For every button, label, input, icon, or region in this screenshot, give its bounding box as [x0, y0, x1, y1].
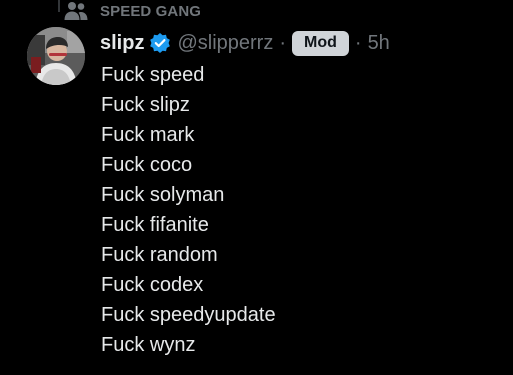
- post-line: Fuck random: [101, 244, 218, 266]
- mod-badge: Mod: [292, 30, 349, 56]
- post-line: Fuck solyman: [101, 184, 225, 206]
- post-line: Fuck coco: [101, 154, 193, 176]
- post-line: Fuck speed: [101, 64, 205, 86]
- user-handle[interactable]: @slipperrz: [177, 32, 273, 55]
- display-name[interactable]: slipz: [100, 32, 144, 55]
- post-line: Fuck mark: [101, 124, 195, 146]
- user-avatar: [27, 27, 85, 85]
- post-line: Fuck speedyupdate: [101, 304, 276, 326]
- avatar[interactable]: [27, 27, 85, 85]
- verified-badge-icon: [149, 32, 171, 54]
- post-line: Fuck codex: [101, 274, 204, 296]
- community-context[interactable]: SPEED GANG: [62, 0, 201, 22]
- post-line: Fuck wynz: [101, 334, 196, 356]
- thread-connector-line: [58, 0, 60, 12]
- separator-dot: ·: [354, 31, 362, 54]
- community-name: SPEED GANG: [100, 2, 202, 20]
- post-text: Fuck speed Fuck slipz Fuck mark Fuck coc…: [101, 60, 276, 360]
- post-line: Fuck slipz: [101, 94, 190, 116]
- post-line: Fuck fifanite: [101, 214, 209, 236]
- separator-dot: ·: [279, 31, 287, 54]
- community-icon: [62, 1, 90, 21]
- post-header: slipz @slipperrz · Mod · 5h: [100, 29, 390, 57]
- post-timestamp[interactable]: 5h: [368, 32, 390, 55]
